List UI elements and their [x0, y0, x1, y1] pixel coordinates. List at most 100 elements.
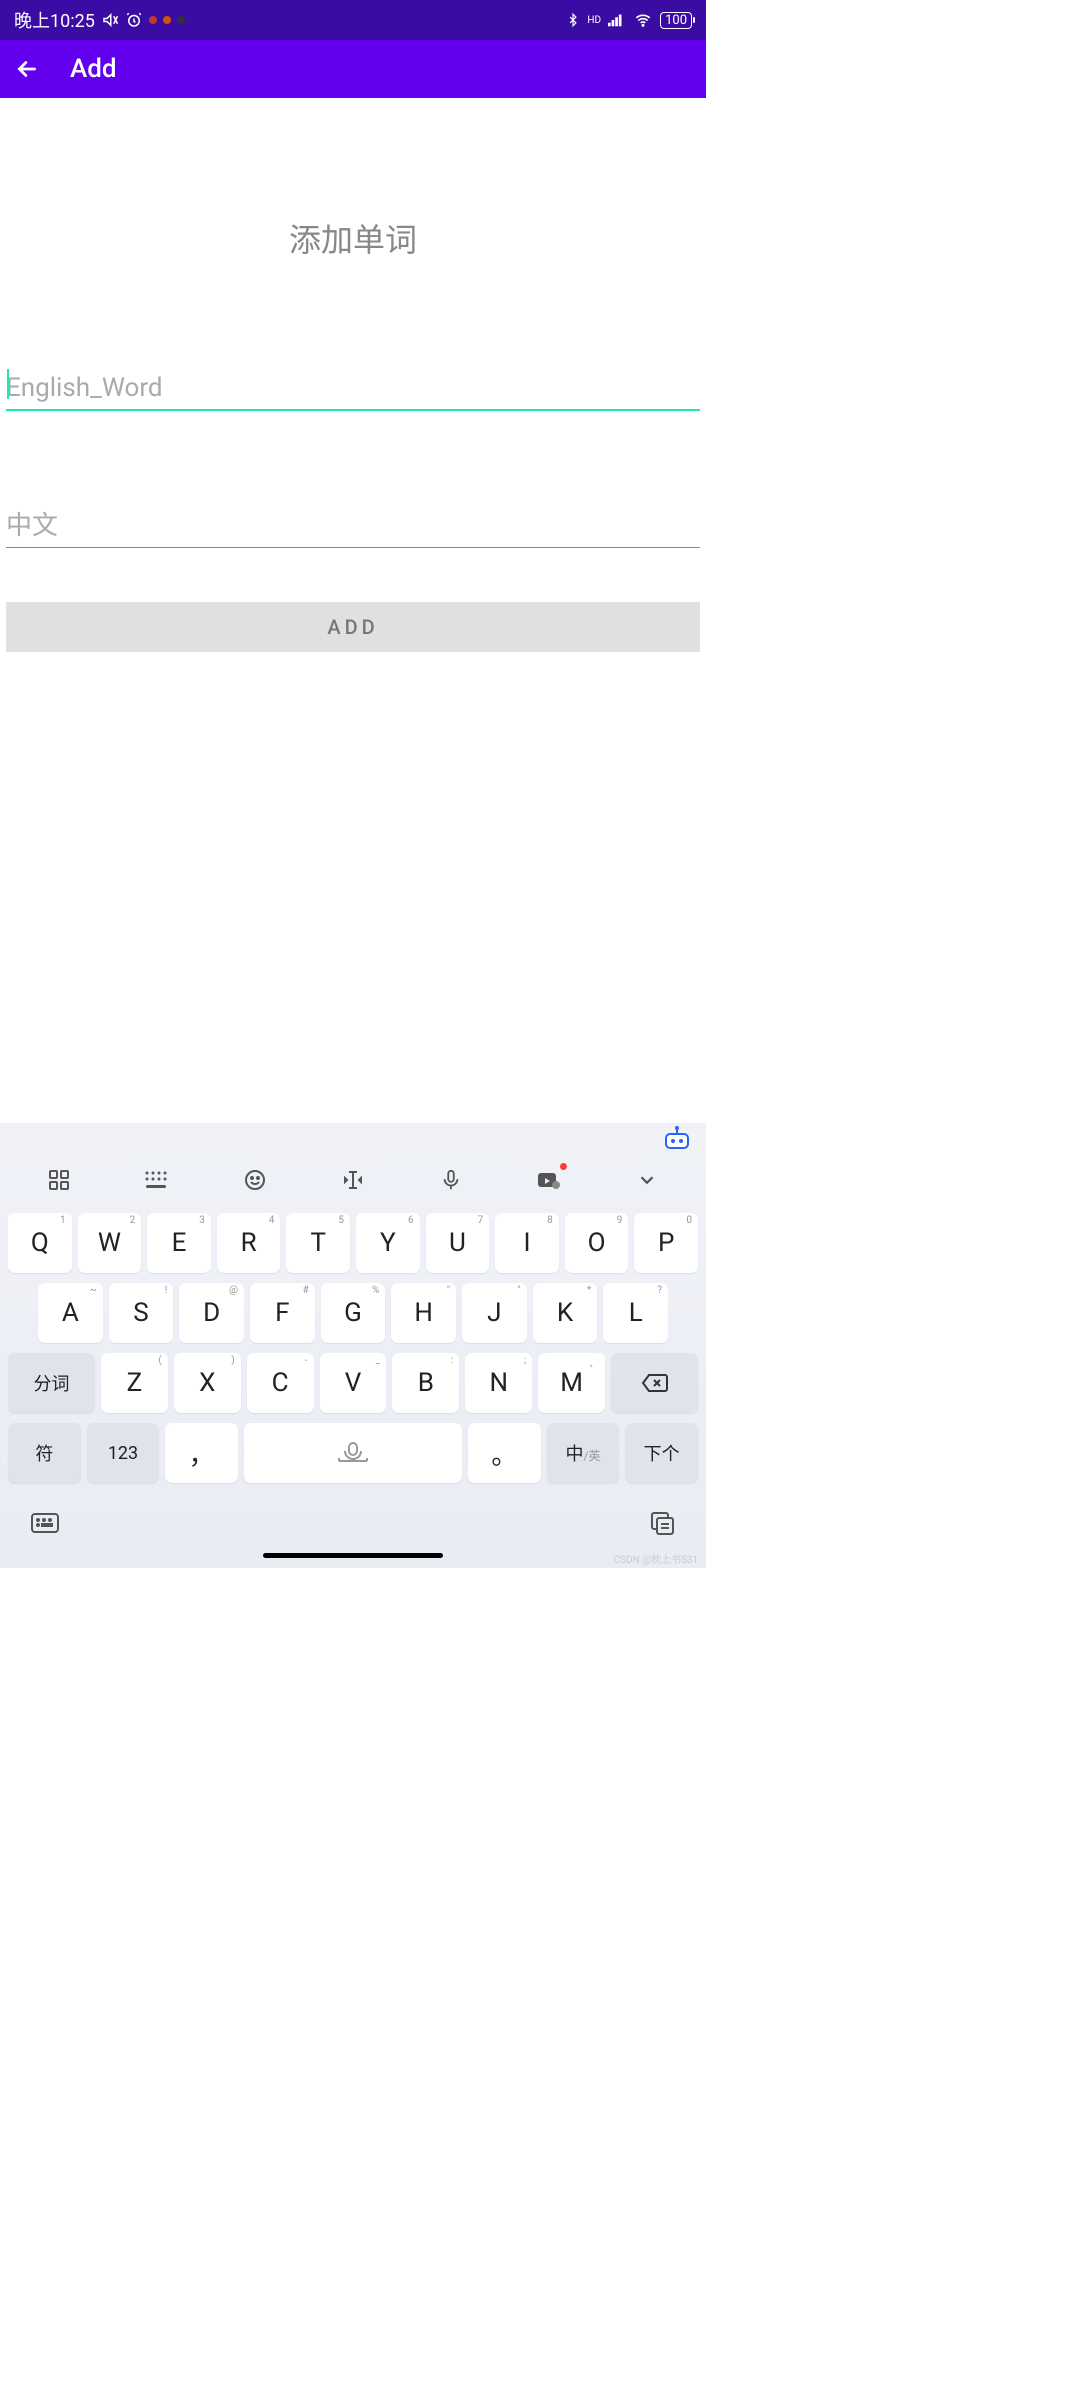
- key-label: T: [310, 1228, 326, 1258]
- key-label: N: [489, 1368, 508, 1398]
- lang-sub: /英: [584, 1449, 601, 1463]
- status-right: HD 100: [566, 11, 692, 29]
- status-bar: 晚上10:25 HD 100: [0, 0, 706, 40]
- key-label: O: [588, 1228, 606, 1258]
- key-s[interactable]: !S: [109, 1283, 174, 1343]
- key-label: E: [172, 1228, 187, 1258]
- key-hint: _: [376, 1355, 381, 1366]
- watermark: CSDN @枕上书531: [614, 1551, 698, 1566]
- key-hint: 4: [269, 1215, 275, 1226]
- key-e[interactable]: 3E: [147, 1213, 211, 1273]
- key-hint: 8: [547, 1215, 553, 1226]
- key-g[interactable]: %G: [321, 1283, 386, 1343]
- key-r[interactable]: 4R: [217, 1213, 281, 1273]
- key-hint: ~: [90, 1285, 97, 1296]
- key-f[interactable]: #F: [250, 1283, 315, 1343]
- key-label: V: [345, 1368, 362, 1398]
- key-label: Y: [380, 1228, 396, 1258]
- bluetooth-icon: [566, 11, 580, 29]
- language-key[interactable]: 中/英: [547, 1423, 620, 1483]
- key-label: U: [449, 1228, 466, 1258]
- key-i[interactable]: 8I: [495, 1213, 559, 1273]
- key-o[interactable]: 9O: [565, 1213, 629, 1273]
- comma-key[interactable]: ，: [165, 1423, 238, 1483]
- apps-icon[interactable]: [39, 1165, 79, 1195]
- key-hint: 5: [338, 1215, 344, 1226]
- key-label: B: [418, 1368, 434, 1398]
- key-label: F: [275, 1298, 289, 1328]
- key-w[interactable]: 2W: [78, 1213, 142, 1273]
- key-hint: 7: [478, 1215, 484, 1226]
- key-label: D: [203, 1298, 220, 1328]
- key-hint: @: [229, 1285, 238, 1296]
- keyboard-layout-icon[interactable]: [137, 1165, 177, 1195]
- key-m[interactable]: 、M: [538, 1353, 605, 1413]
- text-cursor-icon[interactable]: [333, 1165, 373, 1195]
- text-cursor: [7, 369, 9, 399]
- key-c[interactable]: -C: [247, 1353, 314, 1413]
- add-button[interactable]: ADD: [6, 602, 700, 652]
- clipboard-icon[interactable]: [648, 1509, 676, 1541]
- segmentation-key[interactable]: 分词: [8, 1353, 95, 1413]
- keyboard-toolbar: [0, 1147, 706, 1207]
- key-a[interactable]: ~A: [38, 1283, 103, 1343]
- key-label: Z: [127, 1368, 143, 1398]
- key-x[interactable]: )X: [174, 1353, 241, 1413]
- key-label: C: [272, 1368, 289, 1398]
- key-u[interactable]: 7U: [426, 1213, 490, 1273]
- key-l[interactable]: ?L: [603, 1283, 668, 1343]
- key-hint: !: [165, 1285, 168, 1296]
- key-d[interactable]: @D: [179, 1283, 244, 1343]
- key-y[interactable]: 6Y: [356, 1213, 420, 1273]
- back-button[interactable]: [14, 56, 40, 82]
- key-label: I: [523, 1228, 530, 1258]
- key-p[interactable]: 0P: [634, 1213, 698, 1273]
- chevron-down-icon[interactable]: [627, 1165, 667, 1195]
- key-k[interactable]: *K: [533, 1283, 598, 1343]
- keyboard-switch-icon[interactable]: [30, 1510, 60, 1540]
- notif-dot-2: [163, 16, 171, 24]
- key-label: H: [414, 1298, 433, 1328]
- hd-label: HD: [587, 15, 601, 26]
- signal-icon: [608, 13, 626, 27]
- page-heading: 添加单词: [6, 215, 700, 261]
- home-indicator[interactable]: [263, 1553, 443, 1558]
- symbol-key[interactable]: 符: [8, 1423, 81, 1483]
- key-hint: 、: [589, 1355, 599, 1370]
- space-key[interactable]: [244, 1423, 462, 1483]
- keyboard-mascot-icon[interactable]: [662, 1126, 692, 1152]
- key-label: G: [344, 1298, 362, 1328]
- alarm-icon: [125, 11, 143, 29]
- microphone-icon[interactable]: [431, 1165, 471, 1195]
- number-key[interactable]: 123: [87, 1423, 160, 1483]
- lang-main: 中: [566, 1444, 584, 1465]
- key-hint: ?: [657, 1285, 662, 1296]
- key-hint: ;: [524, 1355, 526, 1366]
- key-t[interactable]: 5T: [286, 1213, 350, 1273]
- key-j[interactable]: "J: [462, 1283, 527, 1343]
- key-v[interactable]: _V: [320, 1353, 387, 1413]
- key-hint: %: [372, 1285, 379, 1296]
- notif-dot-1: [149, 16, 157, 24]
- key-b[interactable]: :B: [392, 1353, 459, 1413]
- next-key[interactable]: 下个: [625, 1423, 698, 1483]
- key-q[interactable]: 1Q: [8, 1213, 72, 1273]
- soft-keyboard: 1Q2W3E4R5T6Y7U8I9O0P ~A!S@D#F%G"H"J*K?L …: [0, 1123, 706, 1568]
- key-hint: 9: [617, 1215, 623, 1226]
- key-label: X: [199, 1368, 215, 1398]
- app-title: Add: [70, 54, 117, 84]
- key-hint: 2: [130, 1215, 136, 1226]
- key-h[interactable]: "H: [391, 1283, 456, 1343]
- key-hint: 1: [60, 1215, 66, 1226]
- english-word-input[interactable]: [6, 367, 700, 411]
- key-n[interactable]: ;N: [465, 1353, 532, 1413]
- period-key[interactable]: 。: [468, 1423, 541, 1483]
- video-ai-icon[interactable]: [529, 1165, 569, 1195]
- key-label: A: [62, 1298, 79, 1328]
- key-z[interactable]: (Z: [101, 1353, 168, 1413]
- backspace-key[interactable]: [611, 1353, 698, 1413]
- battery-indicator: 100: [660, 12, 692, 29]
- emoji-icon[interactable]: [235, 1165, 275, 1195]
- key-hint: #: [303, 1285, 309, 1296]
- chinese-input[interactable]: [6, 505, 700, 548]
